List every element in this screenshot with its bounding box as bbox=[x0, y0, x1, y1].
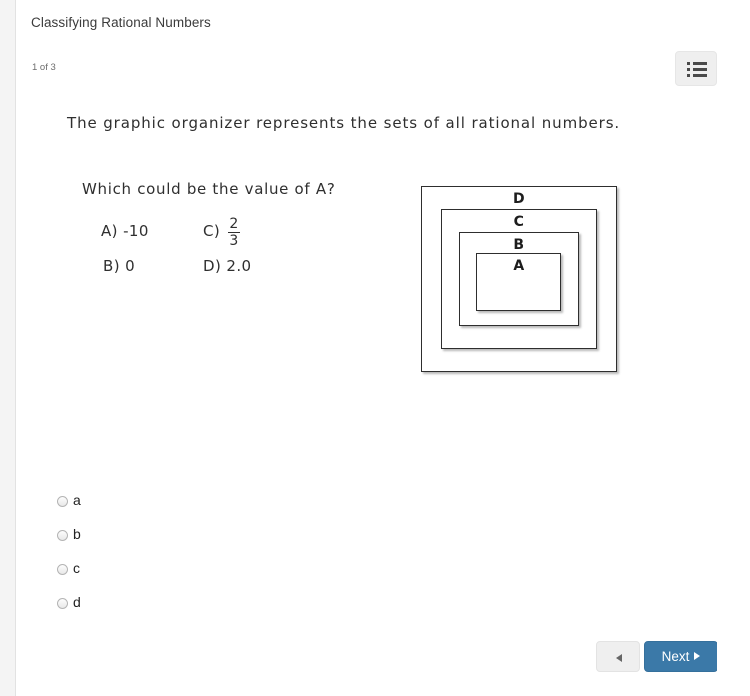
question-list-button[interactable] bbox=[675, 51, 717, 86]
answer-option-a[interactable]: a bbox=[57, 490, 357, 524]
choice-b-key: B) bbox=[103, 257, 120, 275]
set-label-b: B bbox=[513, 237, 525, 253]
answer-option-d[interactable]: d bbox=[57, 592, 357, 626]
choice-d: D) 2.0 bbox=[203, 257, 251, 275]
choice-a-value: -10 bbox=[123, 222, 149, 240]
answer-options: a b c d bbox=[57, 490, 357, 626]
content-pane: Classifying Rational Numbers 1 of 3 The … bbox=[17, 0, 717, 696]
choice-c-key: C) bbox=[203, 222, 221, 240]
answer-option-b[interactable]: b bbox=[57, 524, 357, 558]
list-icon bbox=[687, 61, 707, 78]
progress-counter: 1 of 3 bbox=[32, 62, 56, 73]
quiz-page: Classifying Rational Numbers 1 of 3 The … bbox=[0, 0, 750, 696]
choice-c: C) 2 3 bbox=[203, 216, 240, 249]
choice-d-value: 2.0 bbox=[226, 257, 252, 275]
choice-b-value: 0 bbox=[125, 257, 136, 275]
question-prompt: Which could be the value of A? bbox=[82, 180, 336, 198]
triangle-right-icon bbox=[694, 652, 701, 660]
radio-a[interactable] bbox=[57, 496, 68, 507]
answer-label-c: c bbox=[73, 560, 80, 576]
radio-c[interactable] bbox=[57, 564, 68, 575]
choice-a-key: A) bbox=[101, 222, 118, 240]
graphic-organizer-diagram: D C B A bbox=[421, 186, 617, 372]
answer-option-c[interactable]: c bbox=[57, 558, 357, 592]
choice-d-key: D) bbox=[203, 257, 222, 275]
radio-d[interactable] bbox=[57, 598, 68, 609]
choice-b: B) 0 bbox=[103, 257, 135, 275]
vertical-scrollbar[interactable] bbox=[728, 0, 745, 696]
page-title: Classifying Rational Numbers bbox=[31, 15, 211, 30]
answer-label-d: d bbox=[73, 594, 81, 610]
previous-button[interactable] bbox=[596, 641, 640, 672]
radio-b[interactable] bbox=[57, 530, 68, 541]
left-gutter bbox=[0, 0, 16, 696]
choice-a: A) -10 bbox=[101, 222, 149, 240]
fraction-numerator: 2 bbox=[229, 216, 239, 232]
set-label-c: C bbox=[513, 214, 525, 230]
next-button-label: Next bbox=[661, 649, 690, 664]
question-image: The graphic organizer represents the set… bbox=[31, 98, 703, 398]
fraction-denominator: 3 bbox=[228, 232, 240, 249]
triangle-left-icon bbox=[616, 654, 622, 662]
answer-label-b: b bbox=[73, 526, 81, 542]
set-label-d: D bbox=[512, 191, 526, 207]
next-button[interactable]: Next bbox=[644, 641, 717, 672]
question-stem: The graphic organizer represents the set… bbox=[67, 114, 621, 132]
answer-label-a: a bbox=[73, 492, 81, 508]
set-label-a: A bbox=[513, 258, 525, 274]
choice-c-fraction: 2 3 bbox=[228, 216, 240, 249]
